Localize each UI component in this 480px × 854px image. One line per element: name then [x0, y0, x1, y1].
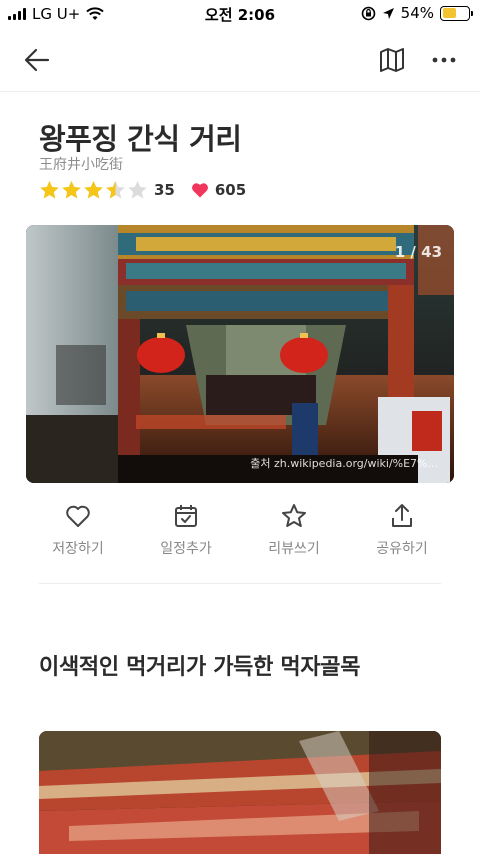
divider	[39, 583, 441, 584]
like-count: 605	[214, 181, 247, 199]
orientation-lock-icon	[361, 6, 375, 20]
hero-photo[interactable]: 1 / 43 출처 zh.wikipedia.org/wiki/%E7%...	[26, 225, 454, 483]
add-schedule-label: 일정추가	[160, 541, 212, 557]
skewer-food-photo	[39, 731, 441, 854]
battery-percent: 54%	[400, 4, 434, 22]
star-filled-icon	[40, 180, 59, 198]
share-button[interactable]: 공유하기	[352, 502, 452, 562]
star-outline-icon	[282, 504, 306, 527]
food-photo[interactable]	[39, 731, 441, 854]
calendar-check-icon	[175, 505, 197, 527]
location-icon	[382, 7, 394, 19]
street-gate-photo	[26, 225, 454, 483]
photo-counter: 1 / 43	[394, 243, 442, 261]
heart-outline-icon	[66, 505, 90, 527]
status-right: 54%	[361, 4, 473, 22]
star-filled-icon	[84, 180, 103, 198]
rating-row: 35 605	[39, 179, 246, 201]
map-icon[interactable]	[378, 46, 406, 74]
share-icon	[392, 504, 412, 527]
arrow-left-icon[interactable]	[22, 46, 52, 74]
star-filled-icon	[62, 180, 81, 198]
place-subtitle: 王府井小吃街	[39, 157, 123, 173]
battery-level	[442, 8, 456, 18]
rating-count: 35	[154, 181, 175, 199]
save-button[interactable]: 저장하기	[28, 502, 128, 562]
photo-source-caption: 출처 zh.wikipedia.org/wiki/%E7%...	[250, 457, 438, 470]
section-title: 이색적인 먹거리가 가득한 먹자골목	[39, 655, 361, 680]
share-label: 공유하기	[376, 541, 428, 557]
place-title: 왕푸징 간식 거리	[39, 122, 242, 156]
star-empty-icon	[128, 180, 147, 198]
star-half-icon	[106, 180, 125, 198]
status-bar: LG U+ 오전 2:06 54%	[0, 0, 480, 28]
save-label: 저장하기	[52, 541, 104, 557]
star-rating	[39, 180, 148, 201]
battery-icon	[440, 5, 473, 21]
write-review-button[interactable]: 리뷰쓰기	[244, 502, 344, 562]
more-horizontal-icon[interactable]	[430, 46, 458, 74]
write-review-label: 리뷰쓰기	[268, 541, 320, 557]
nav-bar	[0, 28, 480, 92]
add-schedule-button[interactable]: 일정추가	[136, 502, 236, 562]
heart-icon	[191, 183, 208, 198]
action-bar: 저장하기 일정추가 리뷰쓰기 공유하기	[28, 502, 452, 562]
